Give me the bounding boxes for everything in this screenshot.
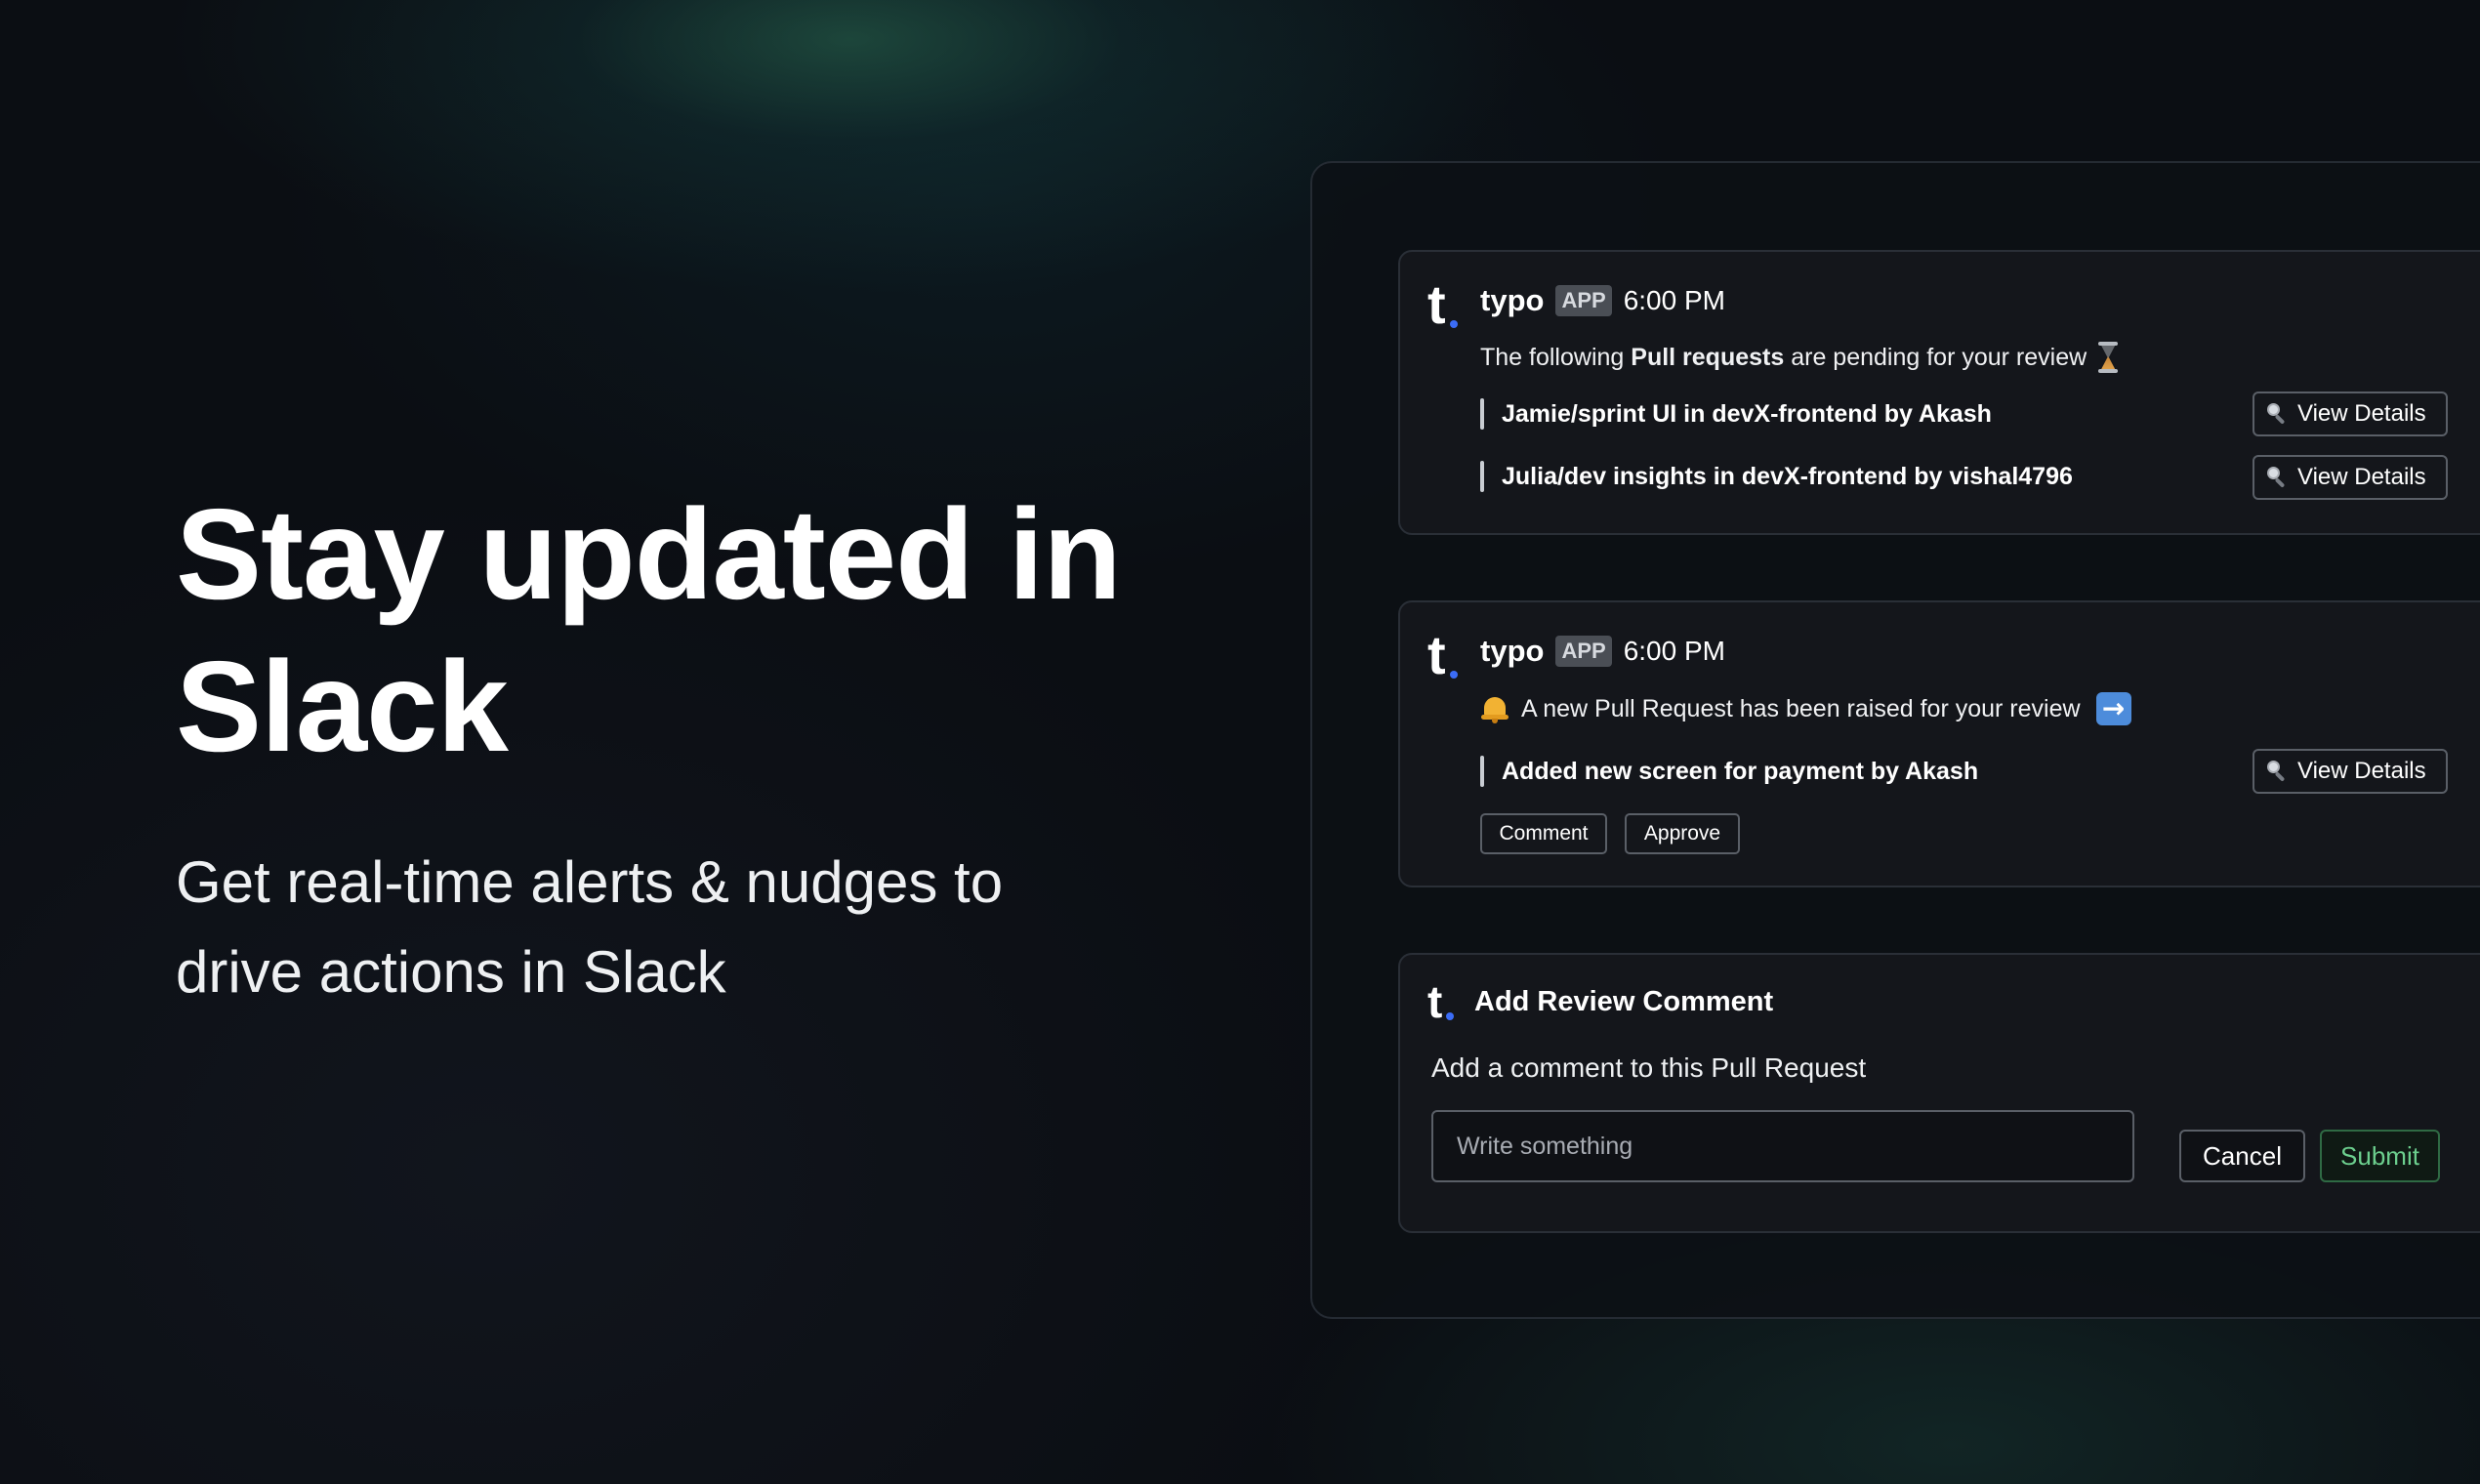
message-text: The following Pull requests are pending … [1480,342,2119,373]
message-header: typo APP 6:00 PM [1480,279,1725,322]
app-badge: APP [1555,285,1612,316]
pull-request-title: Jamie/sprint UI in devX-frontend by Akas… [1502,399,1992,428]
pull-request-item: Jamie/sprint UI in devX-frontend by Akas… [1480,397,1992,431]
page: Stay updated in Slack Get real-time aler… [0,0,2480,1484]
typo-logo-icon: t [1427,979,1455,1024]
typo-logo-icon: t [1427,277,1458,332]
bell-icon [1480,694,1509,723]
dialog-description: Add a comment to this Pull Request [1431,1052,1867,1083]
comment-button[interactable]: Comment [1480,813,1607,854]
hourglass-icon [2098,342,2119,373]
pull-request-item: Added new screen for payment by Akash [1480,755,1978,788]
pull-request-item: Julia/dev insights in devX-frontend by v… [1480,460,2073,493]
hero-subtitle: Get real-time alerts & nudges to drive a… [176,838,1152,1017]
comment-input[interactable] [1431,1110,2134,1182]
message-text: A new Pull Request has been raised for y… [1480,692,2131,725]
magnifying-glass-icon [2266,403,2288,425]
quote-bar [1480,461,1484,492]
dialog-title: Add Review Comment [1474,986,1774,1017]
pull-request-title: Added new screen for payment by Akash [1502,757,1979,785]
hero-subtitle-line-1: Get real-time alerts & nudges to [176,849,1004,915]
view-details-button[interactable]: View Details [2253,392,2448,436]
message-time[interactable]: 6:00 PM [1624,285,1725,316]
submit-button[interactable]: Submit [2320,1130,2440,1182]
app-name[interactable]: typo [1480,634,1544,669]
pull-request-title: Julia/dev insights in devX-frontend by v… [1502,462,2073,490]
quote-bar [1480,398,1484,430]
quote-bar [1480,756,1484,787]
app-name[interactable]: typo [1480,283,1544,318]
view-details-button[interactable]: View Details [2253,749,2448,794]
hero-title: Stay updated in Slack [176,478,1250,783]
typo-logo-icon: t [1427,628,1458,682]
app-badge: APP [1555,636,1612,667]
view-details-button[interactable]: View Details [2253,455,2448,500]
right-arrow-icon: → [2095,692,2131,725]
hero-title-line-2: Slack [176,635,509,778]
hero-title-line-1: Stay updated in [176,482,1122,626]
message-time[interactable]: 6:00 PM [1624,636,1725,667]
message-header: typo APP 6:00 PM [1480,630,1725,673]
magnifying-glass-icon [2266,467,2288,488]
magnifying-glass-icon [2266,761,2288,782]
cancel-button[interactable]: Cancel [2179,1130,2305,1182]
approve-button[interactable]: Approve [1625,813,1740,854]
hero-subtitle-line-2: drive actions in Slack [176,939,726,1005]
